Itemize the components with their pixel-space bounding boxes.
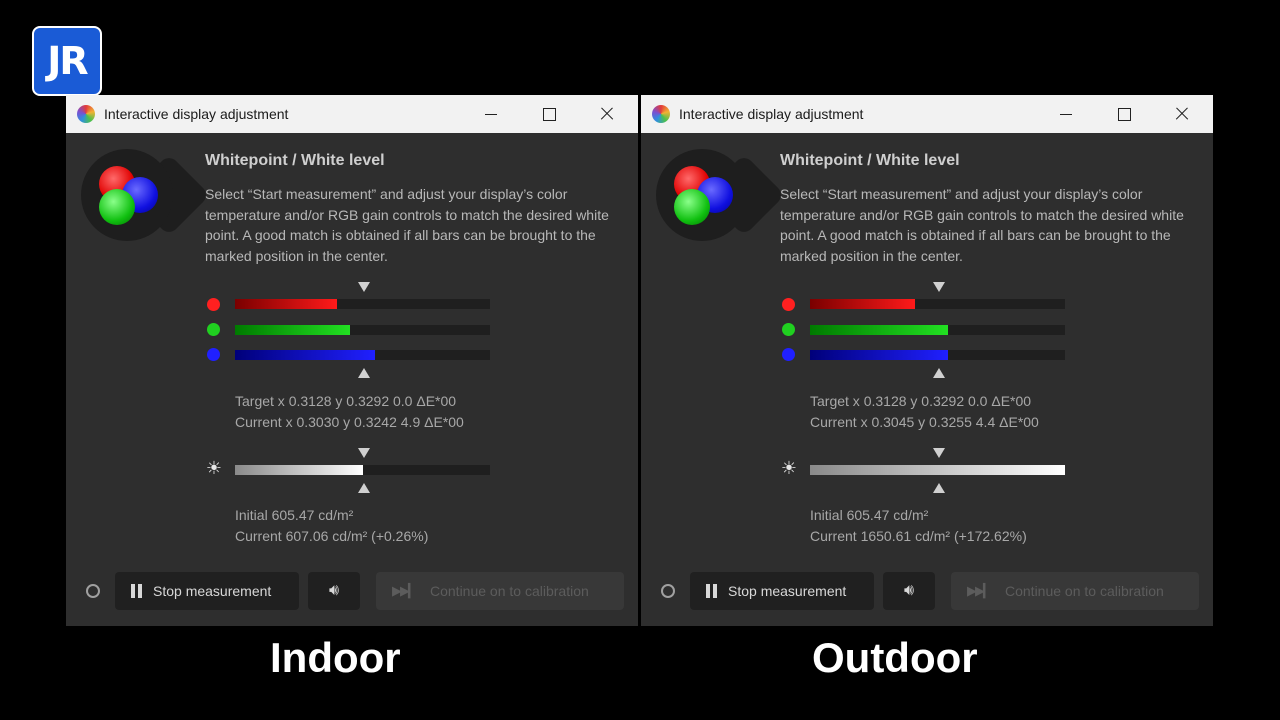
stop-measurement-label: Stop measurement [728, 583, 847, 599]
initial-luminance: Initial 605.47 cd/m² [235, 507, 354, 523]
blue-bar [235, 350, 490, 360]
sun-icon: ☀ [780, 458, 798, 478]
status-indicator-icon [86, 584, 100, 598]
section-heading: Whitepoint / White level [780, 152, 960, 169]
continue-calibration-button[interactable]: ▶▶▎ Continue on to calibration [951, 572, 1199, 610]
minimize-icon[interactable] [476, 100, 506, 128]
luminance-readout: Initial 605.47 cd/m² Current 607.06 cd/m… [235, 505, 428, 546]
maximize-icon[interactable] [1109, 100, 1139, 128]
status-indicator-icon [661, 584, 675, 598]
maximize-icon[interactable] [534, 100, 564, 128]
green-channel-icon [782, 323, 795, 336]
blue-bar [810, 350, 1065, 360]
stop-measurement-button[interactable]: Stop measurement [115, 572, 299, 610]
blue-channel-icon [207, 348, 220, 361]
target-marker-top-icon [933, 282, 945, 292]
chromaticity-readout: Target x 0.3128 y 0.3292 0.0 ΔE*00 Curre… [235, 391, 464, 432]
skip-forward-icon: ▶▶▎ [392, 583, 418, 598]
red-channel-icon [207, 298, 220, 311]
jr-logo: JR [32, 26, 102, 96]
dialog-window-outdoor: Interactive display adjustment Whitepoin… [641, 95, 1213, 626]
green-circle-icon [674, 189, 710, 225]
target-line: Target x 0.3128 y 0.3292 0.0 ΔE*00 [235, 393, 457, 409]
white-marker-top-icon [358, 448, 370, 458]
instructions-text: Select “Start measurement” and adjust yo… [780, 186, 1184, 264]
skip-forward-icon: ▶▶▎ [967, 583, 993, 598]
green-bar [235, 325, 490, 335]
sound-button[interactable]: 🔊︎ [883, 572, 935, 610]
speaker-icon: 🔊︎ [328, 582, 340, 599]
current-line: Current x 0.3045 y 0.3255 4.4 ΔE*00 [810, 413, 1039, 430]
target-marker-top-icon [358, 282, 370, 292]
rgb-badge [66, 95, 211, 255]
current-luminance: Current 1650.61 cd/m² (+172.62%) [810, 527, 1027, 544]
white-marker-bottom-icon [358, 483, 370, 493]
close-icon[interactable] [592, 100, 622, 128]
green-channel-icon [207, 323, 220, 336]
white-marker-top-icon [933, 448, 945, 458]
current-luminance: Current 607.06 cd/m² (+0.26%) [235, 527, 429, 544]
dialog-window-indoor: Interactive display adjustment Whitepoin… [66, 95, 638, 626]
sun-icon: ☀ [205, 458, 223, 478]
blue-channel-icon [782, 348, 795, 361]
white-level-bar [235, 465, 490, 475]
target-marker-bottom-icon [358, 368, 370, 378]
instructions-text: Select “Start measurement” and adjust yo… [205, 186, 609, 264]
red-bar [235, 299, 490, 309]
minimize-icon[interactable] [1051, 100, 1081, 128]
caption-outdoor: Outdoor [812, 634, 978, 681]
white-level-bar [810, 465, 1065, 475]
red-bar [810, 299, 1065, 309]
chromaticity-readout: Target x 0.3128 y 0.3292 0.0 ΔE*00 Curre… [810, 391, 1039, 432]
current-line: Current x 0.3030 y 0.3242 4.9 ΔE*00 [235, 413, 464, 430]
target-marker-bottom-icon [933, 368, 945, 378]
initial-luminance: Initial 605.47 cd/m² [810, 507, 929, 523]
section-heading: Whitepoint / White level [205, 152, 385, 169]
stop-measurement-label: Stop measurement [153, 583, 272, 599]
red-channel-icon [782, 298, 795, 311]
rgb-badge [641, 95, 786, 255]
green-bar [810, 325, 1065, 335]
stop-measurement-button[interactable]: Stop measurement [690, 572, 874, 610]
sound-button[interactable]: 🔊︎ [308, 572, 360, 610]
continue-calibration-button[interactable]: ▶▶▎ Continue on to calibration [376, 572, 624, 610]
target-line: Target x 0.3128 y 0.3292 0.0 ΔE*00 [810, 393, 1032, 409]
speaker-icon: 🔊︎ [903, 582, 915, 599]
continue-calibration-label: Continue on to calibration [430, 583, 589, 599]
pause-icon [131, 584, 143, 598]
white-marker-bottom-icon [933, 483, 945, 493]
continue-calibration-label: Continue on to calibration [1005, 583, 1164, 599]
green-circle-icon [99, 189, 135, 225]
pause-icon [706, 584, 718, 598]
close-icon[interactable] [1167, 100, 1197, 128]
luminance-readout: Initial 605.47 cd/m² Current 1650.61 cd/… [810, 505, 1027, 546]
caption-indoor: Indoor [270, 634, 401, 681]
